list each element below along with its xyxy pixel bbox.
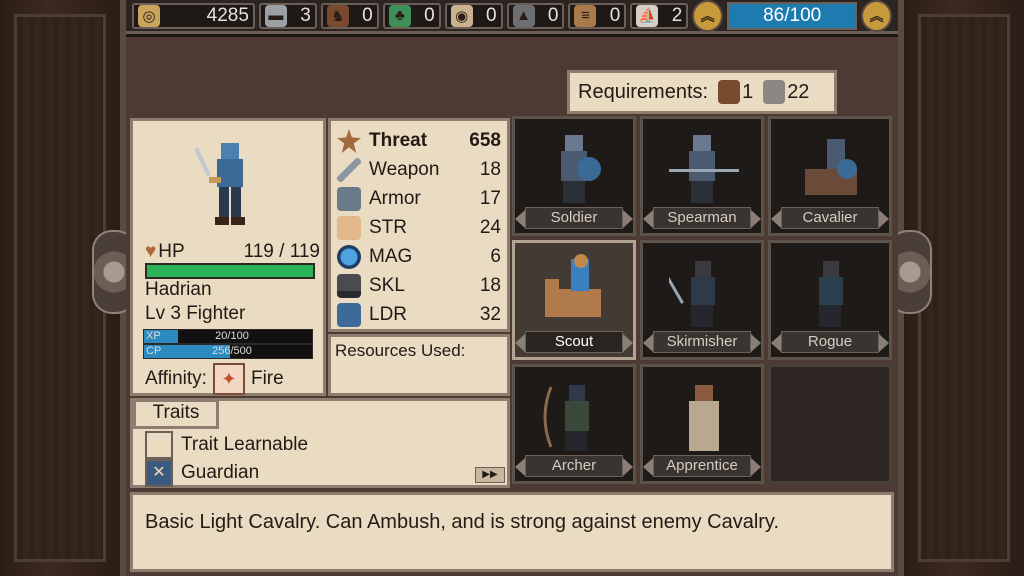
soldier-sprite [561, 135, 601, 203]
star-icon [337, 129, 361, 153]
class-scout[interactable]: Scout [512, 240, 636, 360]
shield-icon: ◉ [450, 4, 473, 27]
description-panel: Basic Light Cavalry. Can Ambush, and is … [130, 492, 894, 572]
sword-icon [337, 158, 361, 182]
resources-used-panel: Resources Used: [328, 334, 510, 396]
stats-panel: Threat 658 Weapon 18 Armor 17 STR 24 MAG 6 SK… [328, 118, 510, 332]
class-soldier[interactable]: Soldier [512, 116, 636, 236]
resource-horse: ♞ 0 [320, 2, 379, 29]
guardian-icon: ✕ [145, 459, 173, 487]
class-apprentice[interactable]: Apprentice [640, 364, 764, 484]
resource-anvil: ▲ 0 [506, 2, 565, 29]
resource-shield: ◉ 0 [444, 2, 503, 29]
banner-icon [337, 303, 361, 327]
rank-chevron-right-icon[interactable]: ︽ [861, 0, 893, 32]
fire-icon: ✦ [212, 363, 245, 395]
scrolls-icon: ≡ [574, 4, 597, 27]
boot-icon [763, 80, 786, 104]
resource-scrolls: ≡ 0 [568, 2, 627, 29]
herb-icon: ♣ [388, 4, 411, 27]
unit-name: Hadrian [145, 279, 212, 300]
resource-iron: ▬ 3 [258, 2, 317, 29]
horse-icon: ♞ [326, 4, 349, 27]
supply-bar: 86/100 [727, 1, 858, 30]
arm-icon [337, 216, 361, 240]
xp-bar: XP 20/100 [143, 329, 313, 344]
stat-armor: Armor 17 [337, 187, 501, 211]
heart-icon: ♥ [145, 241, 157, 262]
class-rogue[interactable]: Rogue [768, 240, 892, 360]
spearman-sprite [669, 135, 739, 203]
class-grid: Soldier Spearman Cavalier Scout Skirmish… [512, 116, 894, 490]
scout-sprite [545, 254, 601, 317]
affinity-row: Affinity: ✦ Fire [145, 363, 284, 395]
stat-weapon: Weapon 18 [337, 158, 501, 182]
horse-icon [718, 80, 741, 104]
coins-icon: ◎ [138, 4, 160, 27]
ship-icon: ⛵ [636, 4, 659, 27]
cavalier-sprite [805, 139, 857, 195]
trait-guardian[interactable]: ✕ Guardian [145, 459, 259, 487]
rogue-sprite [819, 261, 843, 327]
class-skirmisher[interactable]: Skirmisher [640, 240, 764, 360]
unit-level: Lv 3 Fighter [145, 303, 246, 324]
rank-chevron-icon[interactable]: ︽ [692, 0, 724, 32]
resource-bar: ◎ 4285 ▬ 3 ♞ 0 ♣ 0 ◉ 0 ▲ 0 ≡ 0 ⛵ 2 ︽ 86/100 ︽ [126, 0, 898, 34]
cp-bar: CP 256/500 [143, 344, 313, 359]
dagger-icon [337, 274, 361, 298]
resource-herb: ♣ 0 [382, 2, 441, 29]
trait-learnable[interactable]: Trait Learnable [145, 431, 308, 459]
class-cavalier[interactable]: Cavalier [768, 116, 892, 236]
resource-ship: ⛵ 2 [630, 2, 689, 29]
traits-header: Traits [133, 399, 219, 429]
class-archer[interactable]: Archer [512, 364, 636, 484]
orb-icon [337, 245, 361, 269]
class-empty-slot [768, 364, 892, 484]
armor-icon [337, 187, 361, 211]
hp-bar [145, 263, 315, 279]
anvil-icon: ▲ [512, 4, 535, 27]
unit-panel: ♥ HP 119 / 119 Hadrian Lv 3 Fighter XP 2… [130, 118, 326, 396]
fast-forward-button[interactable]: ▶▶ [475, 467, 505, 483]
skirmisher-sprite [669, 261, 715, 327]
stat-skl: SKL 18 [337, 274, 501, 298]
class-spearman[interactable]: Spearman [640, 116, 764, 236]
archer-sprite [543, 385, 589, 451]
stat-ldr: LDR 32 [337, 303, 501, 327]
stat-mag: MAG 6 [337, 245, 501, 269]
unit-sprite [194, 143, 245, 225]
hp-row: ♥ HP 119 / 119 [145, 241, 320, 262]
stat-str: STR 24 [337, 216, 501, 240]
traits-panel: Traits Trait Learnable ✕ Guardian ▶▶ [130, 398, 510, 488]
iron-ingot-icon: ▬ [264, 4, 287, 27]
apprentice-sprite [689, 385, 719, 451]
requirements-box: Requirements: 1 22 [567, 70, 837, 114]
empty-box-icon [145, 431, 173, 459]
stat-threat: Threat 658 [337, 129, 501, 153]
resource-gold: ◎ 4285 [132, 2, 255, 29]
